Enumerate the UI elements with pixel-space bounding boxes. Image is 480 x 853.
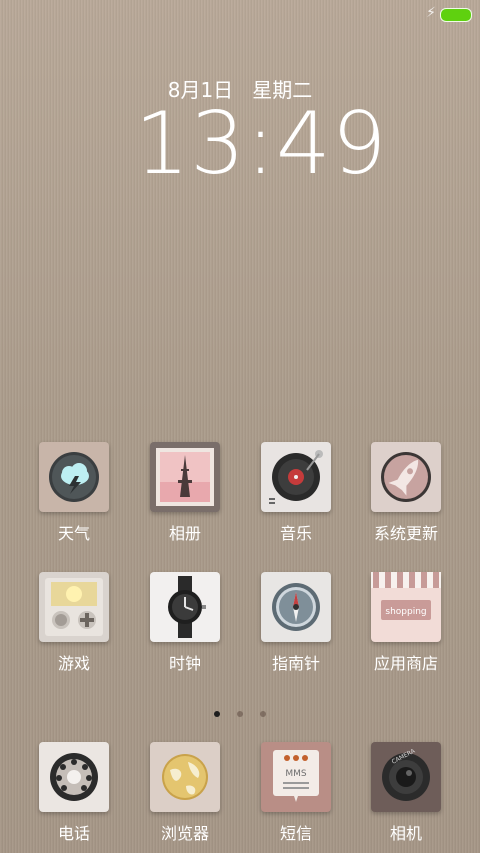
browser-icon[interactable] bbox=[150, 742, 220, 812]
app-store-icon[interactable]: shopping bbox=[371, 572, 441, 642]
weather-icon[interactable] bbox=[39, 442, 109, 512]
status-bar: ⚡ bbox=[0, 0, 480, 28]
app-label-music: 音乐 bbox=[279, 524, 312, 543]
app-label-weather: 天气 bbox=[57, 524, 90, 543]
app-weather[interactable]: 天气 bbox=[19, 442, 129, 544]
app-label-game: 游戏 bbox=[57, 654, 90, 673]
system-update-icon[interactable] bbox=[371, 442, 441, 512]
gallery-icon[interactable] bbox=[150, 442, 220, 512]
app-label-system-update: 系统更新 bbox=[373, 524, 438, 543]
app-camera[interactable]: CAMERA 相机 bbox=[351, 742, 461, 844]
app-gallery[interactable]: 相册 bbox=[130, 442, 240, 544]
camera-icon[interactable]: CAMERA bbox=[371, 742, 441, 812]
app-music[interactable]: 音乐 bbox=[241, 442, 351, 544]
game-icon[interactable] bbox=[39, 572, 109, 642]
app-store[interactable]: shopping 应用商店 bbox=[351, 572, 461, 674]
phone-icon[interactable] bbox=[39, 742, 109, 812]
app-label-gallery: 相册 bbox=[168, 524, 201, 543]
app-label-phone: 电话 bbox=[57, 824, 90, 843]
clock-icon[interactable] bbox=[150, 572, 220, 642]
app-label-browser: 浏览器 bbox=[160, 824, 209, 843]
app-game[interactable]: 游戏 bbox=[19, 572, 129, 674]
app-clock[interactable]: 时钟 bbox=[130, 572, 240, 674]
app-label-sms: 短信 bbox=[279, 824, 312, 843]
page-dot-1[interactable] bbox=[213, 711, 220, 717]
mms-text: MMS bbox=[285, 769, 307, 779]
app-browser[interactable]: 浏览器 bbox=[130, 742, 240, 844]
battery-icon bbox=[440, 8, 472, 22]
clock-time: 13:49 bbox=[134, 94, 388, 194]
app-label-clock: 时钟 bbox=[168, 654, 201, 673]
app-phone[interactable]: 电话 bbox=[19, 742, 129, 844]
page-dot-3[interactable] bbox=[260, 711, 267, 717]
app-compass[interactable]: 指南针 bbox=[241, 572, 351, 674]
app-label-store: 应用商店 bbox=[373, 654, 438, 673]
page-indicator bbox=[0, 702, 480, 721]
shopping-sign-text: shopping bbox=[385, 607, 426, 617]
app-sms[interactable]: MMS 短信 bbox=[241, 742, 351, 844]
sms-icon[interactable]: MMS bbox=[261, 742, 331, 812]
charging-icon: ⚡ bbox=[426, 5, 436, 21]
app-label-camera: 相机 bbox=[389, 824, 422, 843]
music-icon[interactable] bbox=[261, 442, 331, 512]
app-system-update[interactable]: 系统更新 bbox=[351, 442, 461, 544]
page-dot-2[interactable] bbox=[237, 711, 243, 717]
app-label-compass: 指南针 bbox=[271, 654, 320, 673]
compass-icon[interactable] bbox=[261, 572, 331, 642]
